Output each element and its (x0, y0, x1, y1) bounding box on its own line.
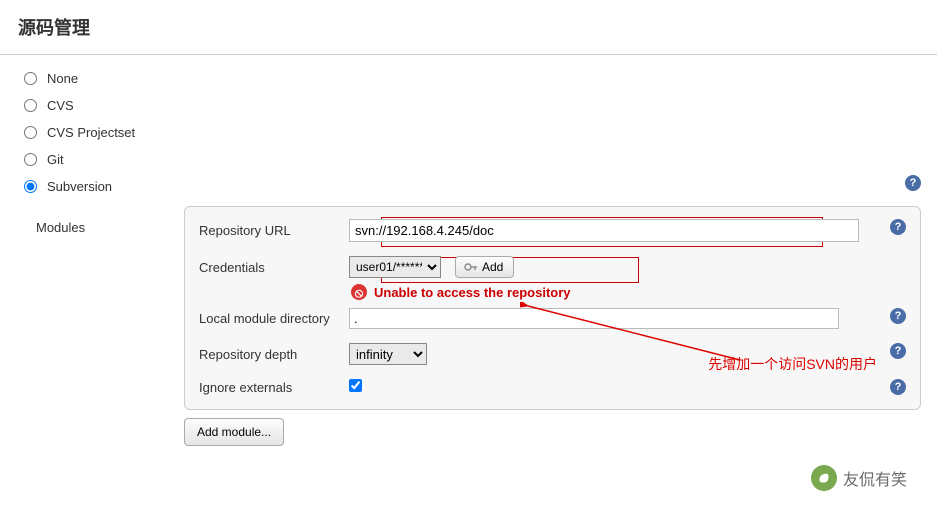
radio-label-cvs: CVS (47, 98, 74, 113)
error-banner: ⦸ Unable to access the repository (351, 284, 906, 300)
checkbox-ignore-externals[interactable] (349, 379, 362, 392)
row-ignore-externals: Ignore externals ? (199, 379, 906, 395)
add-module-button[interactable]: Add module... (184, 418, 284, 446)
error-text: Unable to access the repository (374, 285, 571, 300)
scm-option-none[interactable]: None (24, 65, 937, 92)
select-credentials[interactable]: user01/****** (349, 256, 441, 278)
radio-git[interactable] (24, 153, 37, 166)
radio-label-subversion: Subversion (47, 179, 112, 194)
help-icon[interactable]: ? (890, 219, 906, 235)
radio-subversion[interactable] (24, 180, 37, 193)
radio-label-cvs-projectset: CVS Projectset (47, 125, 135, 140)
watermark-icon (811, 465, 837, 491)
row-credentials: Credentials user01/****** Add (199, 256, 906, 278)
radio-cvs-projectset[interactable] (24, 126, 37, 139)
label-repository-depth: Repository depth (199, 347, 349, 362)
section-heading: 源码管理 (0, 0, 937, 55)
help-icon[interactable]: ? (890, 308, 906, 324)
modules-label: Modules (36, 206, 184, 446)
error-icon: ⦸ (351, 284, 367, 300)
key-icon (464, 262, 478, 272)
label-repository-url: Repository URL (199, 223, 349, 238)
radio-label-none: None (47, 71, 78, 86)
module-box: Repository URL ? Credentials user01/****… (184, 206, 921, 410)
watermark: 友侃有笑 (811, 465, 907, 491)
row-local-directory: Local module directory ? (199, 308, 906, 329)
select-repository-depth[interactable]: infinity (349, 343, 427, 365)
help-icon[interactable]: ? (890, 343, 906, 359)
input-local-directory[interactable] (349, 308, 839, 329)
add-credentials-button[interactable]: Add (455, 256, 514, 278)
add-button-label: Add (482, 260, 503, 274)
radio-none[interactable] (24, 72, 37, 85)
label-ignore-externals: Ignore externals (199, 380, 349, 395)
row-repository-url: Repository URL ? (199, 219, 906, 242)
scm-option-cvs[interactable]: CVS (24, 92, 937, 119)
scm-option-subversion[interactable]: Subversion ? (24, 173, 937, 200)
label-local-directory: Local module directory (199, 311, 349, 326)
scm-option-git[interactable]: Git (24, 146, 937, 173)
help-icon[interactable]: ? (890, 379, 906, 395)
help-icon[interactable]: ? (905, 175, 921, 191)
radio-label-git: Git (47, 152, 64, 167)
input-repository-url[interactable] (349, 219, 859, 242)
watermark-text: 友侃有笑 (843, 466, 907, 490)
modules-content: Repository URL ? Credentials user01/****… (184, 206, 921, 446)
radio-cvs[interactable] (24, 99, 37, 112)
scm-radio-group: None CVS CVS Projectset Git Subversion ? (0, 55, 937, 200)
scm-option-cvs-projectset[interactable]: CVS Projectset (24, 119, 937, 146)
annotation-text: 先增加一个访问SVN的用户 (708, 354, 877, 374)
modules-section: Modules Repository URL ? Credentials use… (0, 200, 937, 446)
label-credentials: Credentials (199, 260, 349, 275)
